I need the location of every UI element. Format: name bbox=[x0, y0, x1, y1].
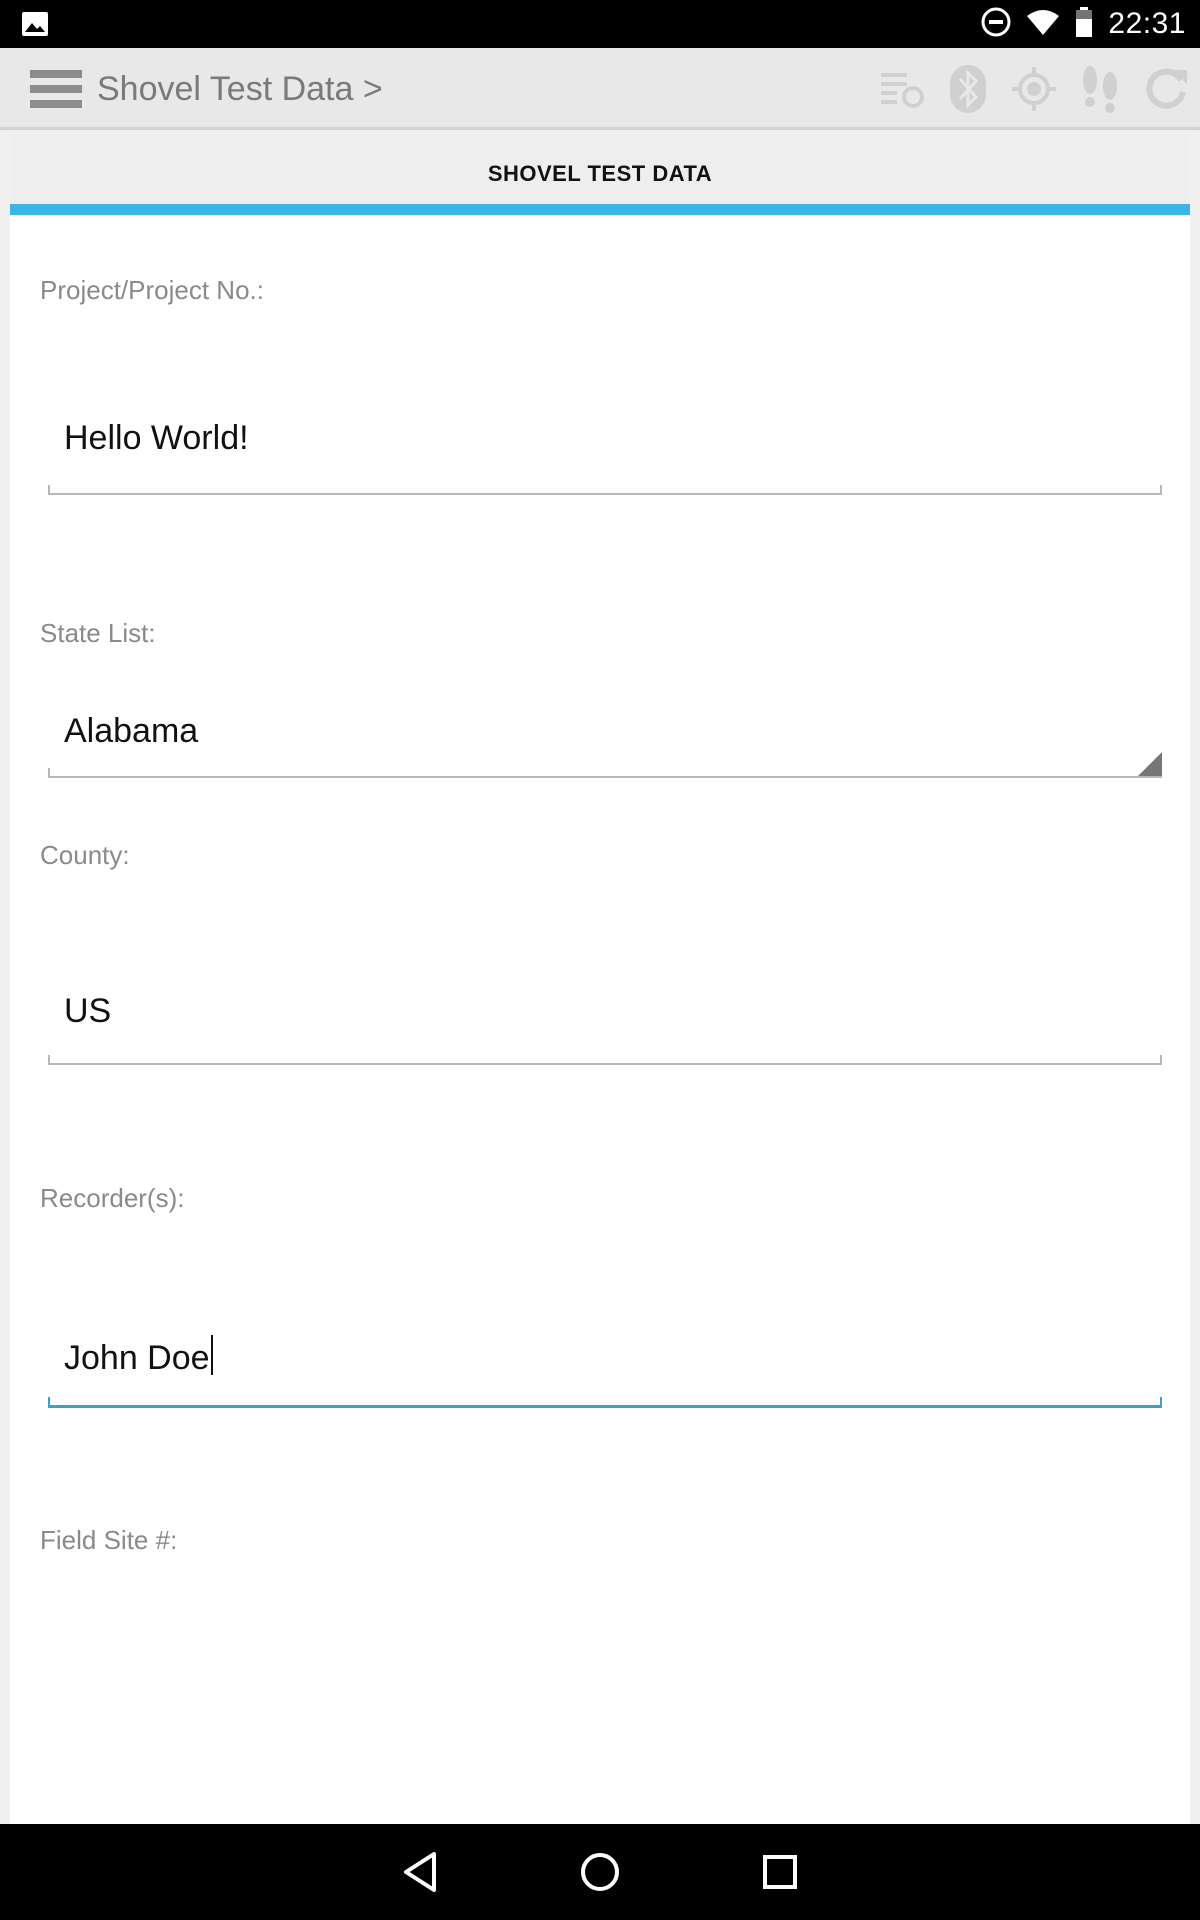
tab-shovel-test-data[interactable]: SHOVEL TEST DATA bbox=[10, 134, 1190, 204]
county-label: County: bbox=[40, 840, 130, 870]
dropdown-arrow-icon bbox=[1138, 752, 1162, 776]
bluetooth-icon[interactable] bbox=[942, 63, 994, 115]
app-bar-title[interactable]: Shovel Test Data > bbox=[97, 48, 383, 130]
footsteps-icon[interactable] bbox=[1074, 63, 1126, 115]
wifi-icon bbox=[1026, 8, 1060, 41]
hamburger-menu-icon[interactable] bbox=[30, 68, 82, 110]
shovel-test-form: Project/Project No.: Hello World! State … bbox=[10, 215, 1190, 1825]
refresh-icon[interactable] bbox=[1140, 63, 1192, 115]
gps-target-icon[interactable] bbox=[1008, 63, 1060, 115]
app-bar-actions bbox=[876, 48, 1192, 130]
project-label: Project/Project No.: bbox=[40, 275, 264, 305]
status-time: 22:31 bbox=[1108, 7, 1186, 40]
home-icon[interactable] bbox=[570, 1842, 630, 1902]
project-value: Hello World! bbox=[64, 419, 249, 457]
state-label: State List: bbox=[40, 618, 156, 648]
status-bar: 22:31 bbox=[0, 0, 1200, 48]
county-value: US bbox=[64, 992, 112, 1030]
screen: 22:31 Shovel Test Data > SHOVEL TEST DAT… bbox=[0, 0, 1200, 1920]
state-select[interactable]: Alabama bbox=[48, 700, 1162, 778]
recorders-label: Recorder(s): bbox=[40, 1183, 185, 1213]
image-icon bbox=[20, 10, 50, 38]
do-not-disturb-icon bbox=[980, 6, 1012, 43]
sync-list-icon[interactable] bbox=[876, 63, 928, 115]
app-bar: Shovel Test Data > bbox=[0, 48, 1200, 130]
battery-icon bbox=[1074, 6, 1094, 43]
project-field[interactable]: Hello World! bbox=[48, 375, 1162, 495]
navigation-bar bbox=[0, 1824, 1200, 1920]
county-field[interactable]: US bbox=[48, 945, 1162, 1065]
text-cursor bbox=[210, 1335, 213, 1375]
field-site-label: Field Site #: bbox=[40, 1525, 178, 1555]
recorders-field[interactable]: John Doe bbox=[48, 1288, 1162, 1408]
recents-icon[interactable] bbox=[750, 1842, 810, 1902]
tab-indicator bbox=[10, 204, 1190, 215]
state-value: Alabama bbox=[64, 712, 199, 750]
recorders-value: John Doe bbox=[64, 1335, 213, 1378]
back-icon[interactable] bbox=[390, 1842, 450, 1902]
